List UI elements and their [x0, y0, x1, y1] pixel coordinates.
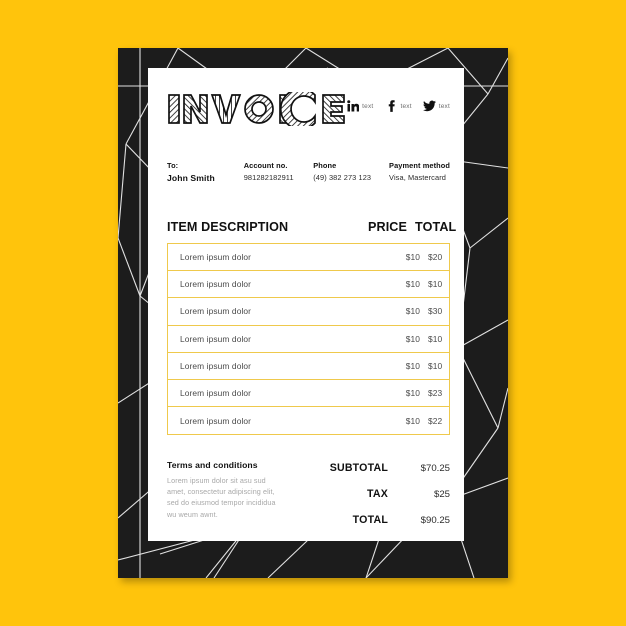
cell-price: $10 [405, 388, 420, 399]
social-link-linkedin[interactable]: text [346, 100, 373, 112]
meta-label-phone: Phone [313, 161, 337, 170]
tax-value: $25 [433, 489, 450, 500]
meta-phone: Phone (49) 382 273 123 [313, 160, 389, 184]
meta-value-phone: (49) 382 273 123 [313, 173, 372, 182]
cell-description: Lorem ipsum dolor [180, 252, 252, 263]
social-link-facebook[interactable]: text [384, 100, 412, 112]
terms-and-conditions: Terms and conditions Lorem ipsum dolor s… [167, 460, 283, 526]
cell-description: Lorem ipsum dolor [180, 415, 252, 426]
table-row: Lorem ipsum dolor $10 $23 [168, 380, 449, 408]
totals-summary: SUBTOTAL $70.25 TAX $25 TOTAL $90.25 [283, 460, 450, 526]
grand-total-value: $90.25 [420, 515, 450, 526]
meta-value-account: 981282182911 [243, 173, 294, 182]
table-row: Lorem ipsum dolor $10 $22 [168, 407, 449, 434]
social-links: text text text [346, 100, 450, 112]
cell-total: $20 [428, 252, 443, 263]
table-row: Lorem ipsum dolor $10 $10 [168, 271, 449, 299]
table-header-row: ITEM DESCRIPTION PRICE TOTAL [167, 220, 456, 243]
meta-label-payment-method: Payment method [389, 161, 450, 170]
cell-description: Lorem ipsum dolor [180, 279, 252, 290]
meta-label-to: To: [167, 161, 179, 170]
social-link-twitter[interactable]: text [422, 100, 450, 112]
grand-total-label: TOTAL [352, 514, 388, 526]
meta-value-payment-method: Visa, Mastercard [389, 173, 446, 182]
cell-description: Lorem ipsum dolor [180, 306, 252, 317]
table-row: Lorem ipsum dolor $10 $10 [168, 326, 449, 353]
subtotal-label: SUBTOTAL [329, 462, 388, 474]
invoice-footer: Terms and conditions Lorem ipsum dolor s… [167, 460, 450, 526]
meta-value-recipient-name: John Smith [167, 173, 215, 183]
cell-price: $10 [405, 333, 420, 344]
cell-total: $10 [428, 360, 443, 371]
cell-total: $22 [428, 415, 443, 426]
social-label-facebook: text [400, 102, 412, 110]
invoice-meta-row: To: John Smith Account no. 981282182911 … [167, 160, 450, 184]
social-label-twitter: text [438, 102, 450, 110]
twitter-icon [422, 100, 436, 112]
cell-total: $10 [428, 279, 443, 290]
meta-recipient: To: John Smith [167, 160, 244, 184]
cell-price: $10 [405, 415, 420, 426]
cell-total: $10 [428, 333, 443, 344]
cell-description: Lorem ipsum dolor [180, 388, 252, 399]
subtotal-line: SUBTOTAL $70.25 [283, 462, 450, 474]
table-body: Lorem ipsum dolor $10 $20 Lorem ipsum dolor… [167, 243, 450, 436]
table-row: Lorem ipsum dolor $10 $10 [168, 353, 449, 380]
cell-price: $10 [405, 306, 420, 317]
column-header-description: ITEM DESCRIPTION [167, 220, 289, 234]
column-header-price: PRICE [368, 220, 407, 234]
meta-account: Account no. 981282182911 [244, 160, 314, 184]
table-row: Lorem ipsum dolor $10 $30 [168, 298, 449, 326]
cell-price: $10 [405, 279, 420, 290]
grand-total-line: TOTAL $90.25 [283, 514, 450, 526]
invoice-title-wordmark [168, 92, 345, 126]
tax-line: TAX $25 [283, 488, 450, 500]
column-header-total: TOTAL [415, 220, 457, 234]
terms-title: Terms and conditions [167, 460, 258, 470]
invoice-sheet: text text text To: John Smith Account no… [148, 68, 464, 541]
cell-description: Lorem ipsum dolor [180, 333, 252, 344]
linkedin-icon [346, 100, 359, 112]
subtotal-value: $70.25 [420, 463, 450, 474]
meta-label-account: Account no. [243, 161, 288, 170]
social-label-linkedin: text [362, 102, 374, 110]
meta-payment-method: Payment method Visa, Mastercard [389, 160, 450, 184]
cell-total: $23 [428, 388, 443, 399]
cell-description: Lorem ipsum dolor [180, 360, 252, 371]
tax-label: TAX [366, 488, 388, 500]
cell-price: $10 [405, 360, 420, 371]
table-row: Lorem ipsum dolor $10 $20 [168, 244, 449, 272]
terms-body: Lorem ipsum dolor sit asu sud amet, cons… [167, 476, 276, 519]
facebook-icon [384, 100, 397, 112]
line-items-table: ITEM DESCRIPTION PRICE TOTAL Lorem ipsum… [167, 220, 456, 436]
cell-total: $30 [428, 306, 443, 317]
cell-price: $10 [405, 252, 420, 263]
invoice-header: text text text [148, 68, 464, 142]
